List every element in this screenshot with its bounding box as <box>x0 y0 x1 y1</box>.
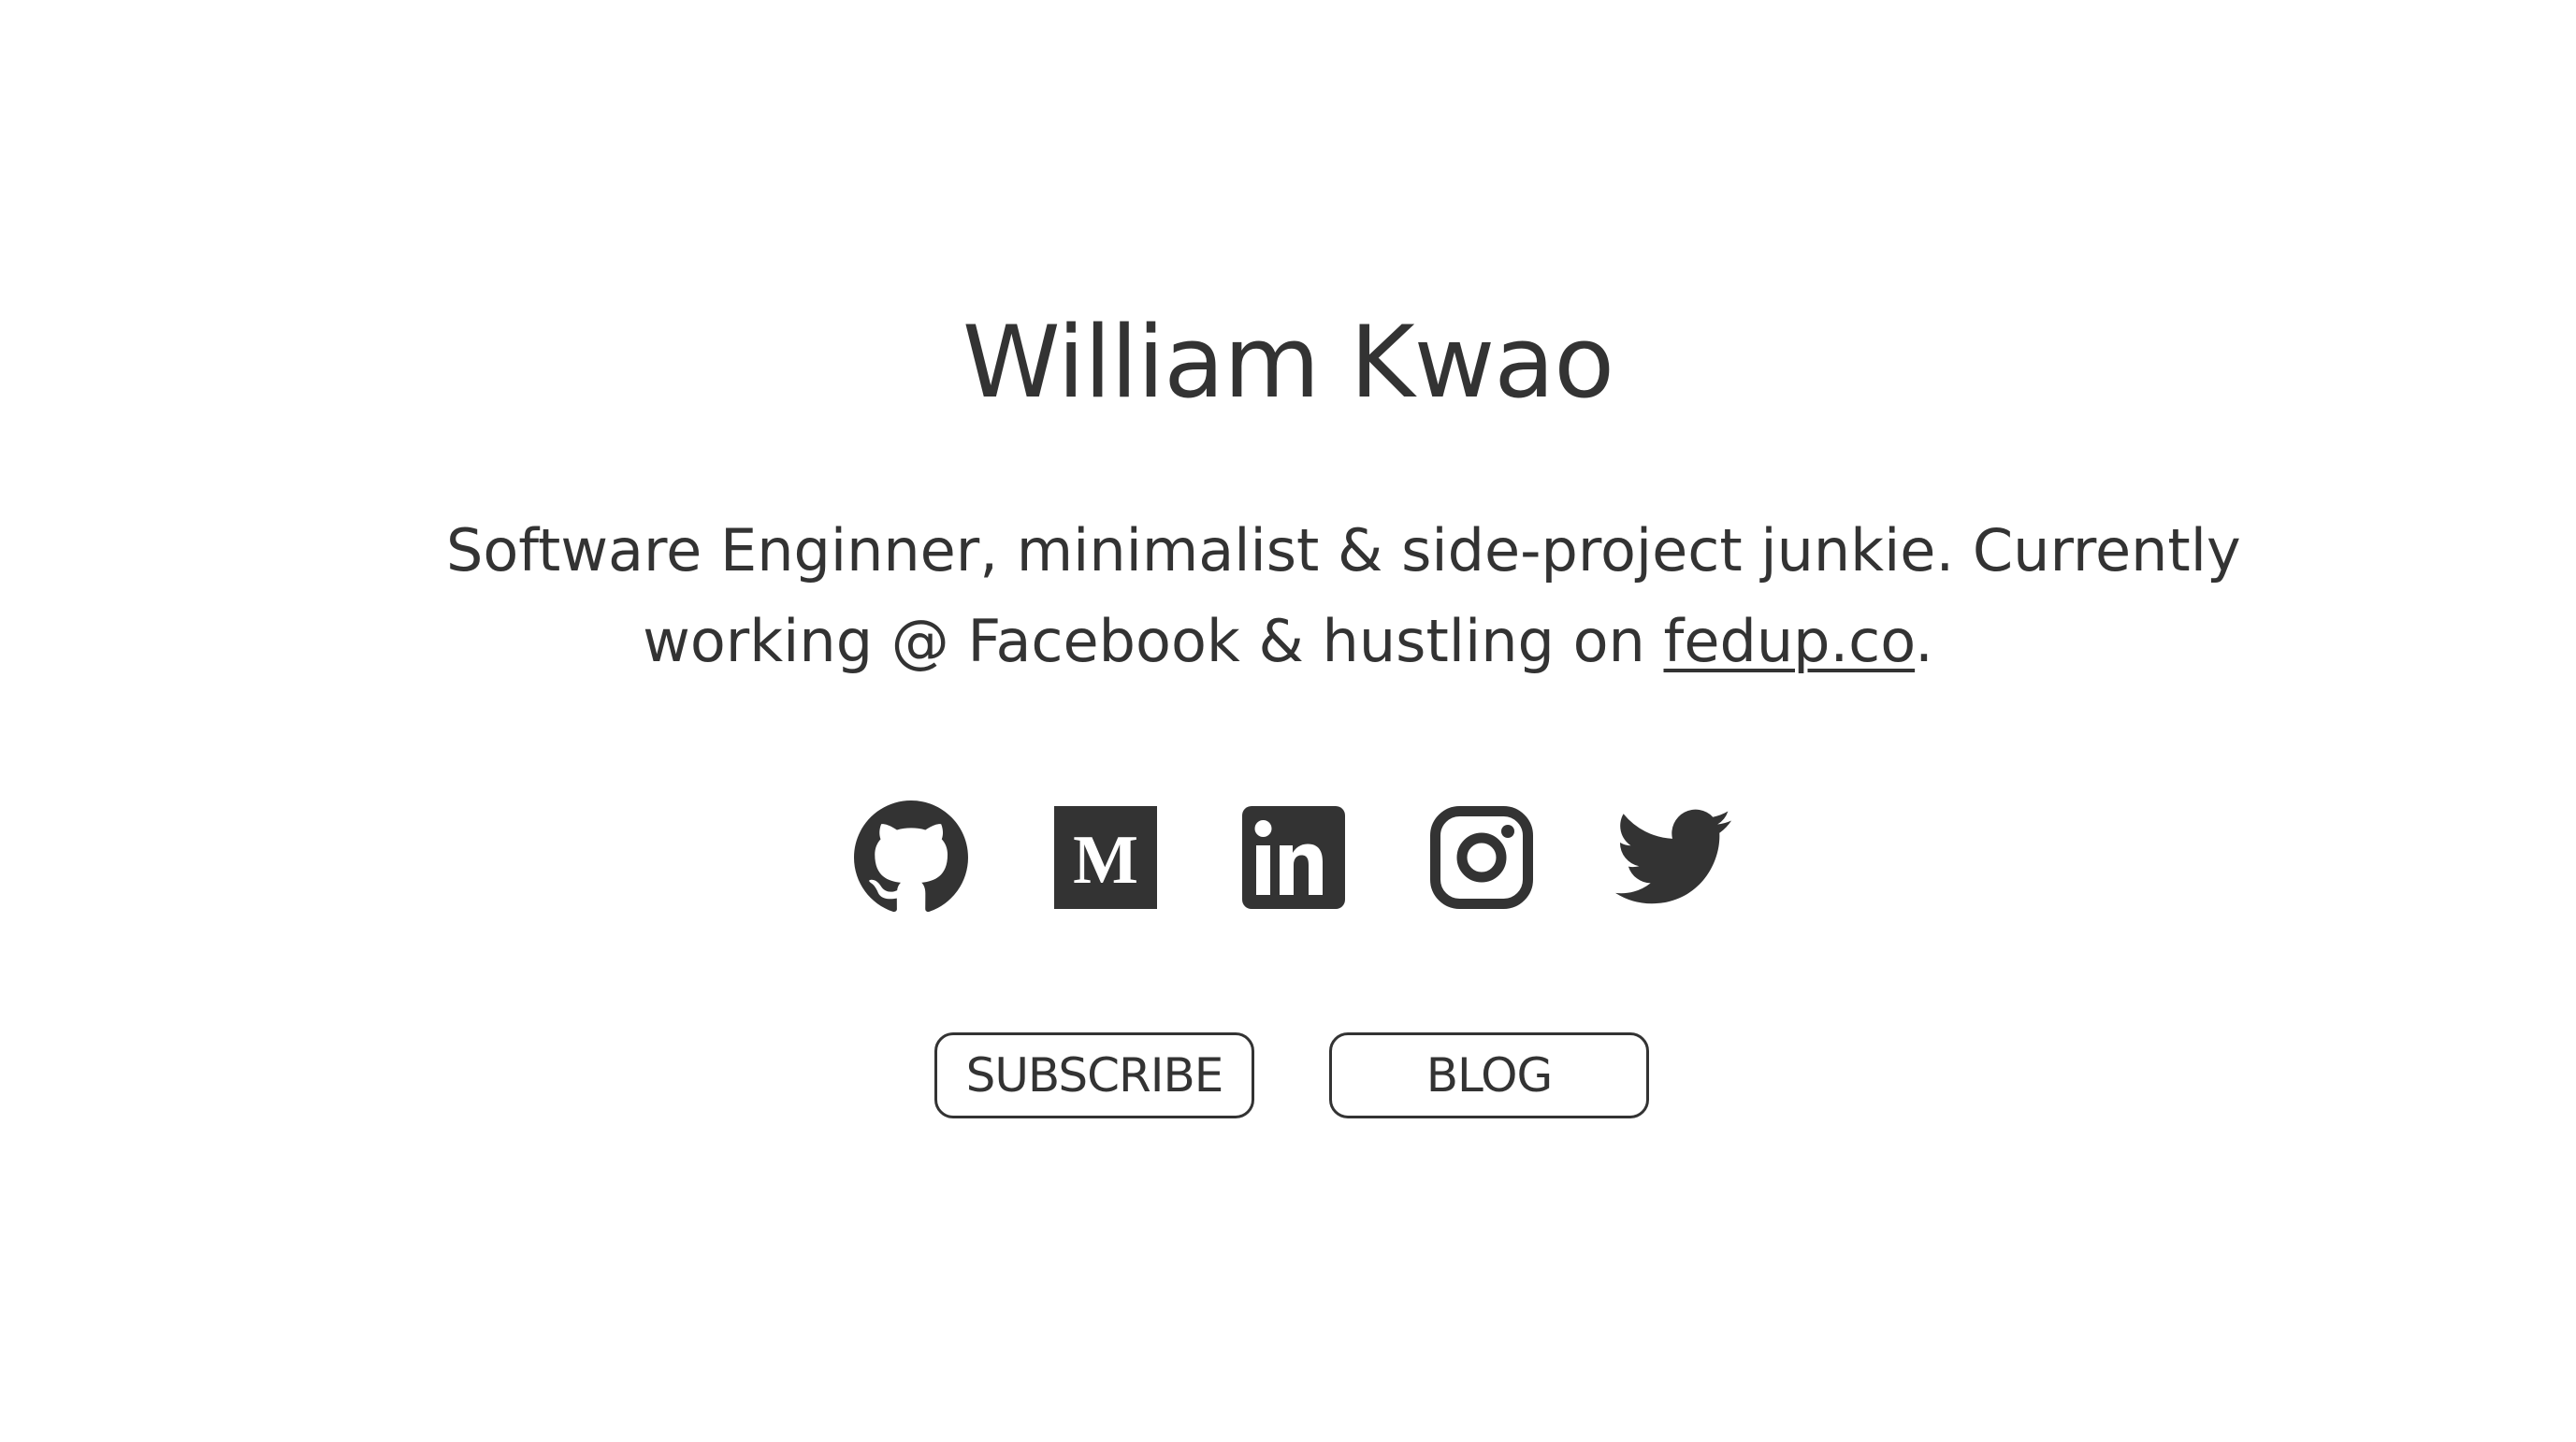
bio-line-2-prefix: working @ Facebook & hustling on <box>643 607 1664 675</box>
github-icon <box>854 800 968 912</box>
blog-button[interactable]: BLOG <box>1329 1032 1649 1118</box>
instagram-icon <box>1430 806 1533 909</box>
social-links: M <box>0 800 2576 914</box>
twitter-link[interactable] <box>1615 801 1731 914</box>
bio-line-1: Software Enginner, minimalist & side-pro… <box>446 516 2241 584</box>
instagram-link[interactable] <box>1424 801 1540 914</box>
bio-line-2-suffix: . <box>1915 607 1933 675</box>
linkedin-icon <box>1242 806 1345 909</box>
bio-text: Software Enginner, minimalist & side-pro… <box>446 505 2241 686</box>
twitter-icon <box>1615 809 1731 904</box>
bio-line-2: working @ Facebook & hustling on fedup.c… <box>446 596 2130 686</box>
svg-text:M: M <box>1073 822 1138 899</box>
medium-icon: M <box>1054 806 1157 909</box>
medium-link[interactable]: M <box>1048 801 1164 914</box>
page-title: William Kwao <box>962 305 1614 420</box>
github-link[interactable] <box>853 800 969 914</box>
fedup-link[interactable]: fedup.co <box>1664 607 1916 675</box>
subscribe-button[interactable]: SUBSCRIBE <box>934 1032 1254 1118</box>
linkedin-link[interactable] <box>1236 801 1352 914</box>
profile-page: William Kwao Software Enginner, minimali… <box>0 0 2576 1442</box>
